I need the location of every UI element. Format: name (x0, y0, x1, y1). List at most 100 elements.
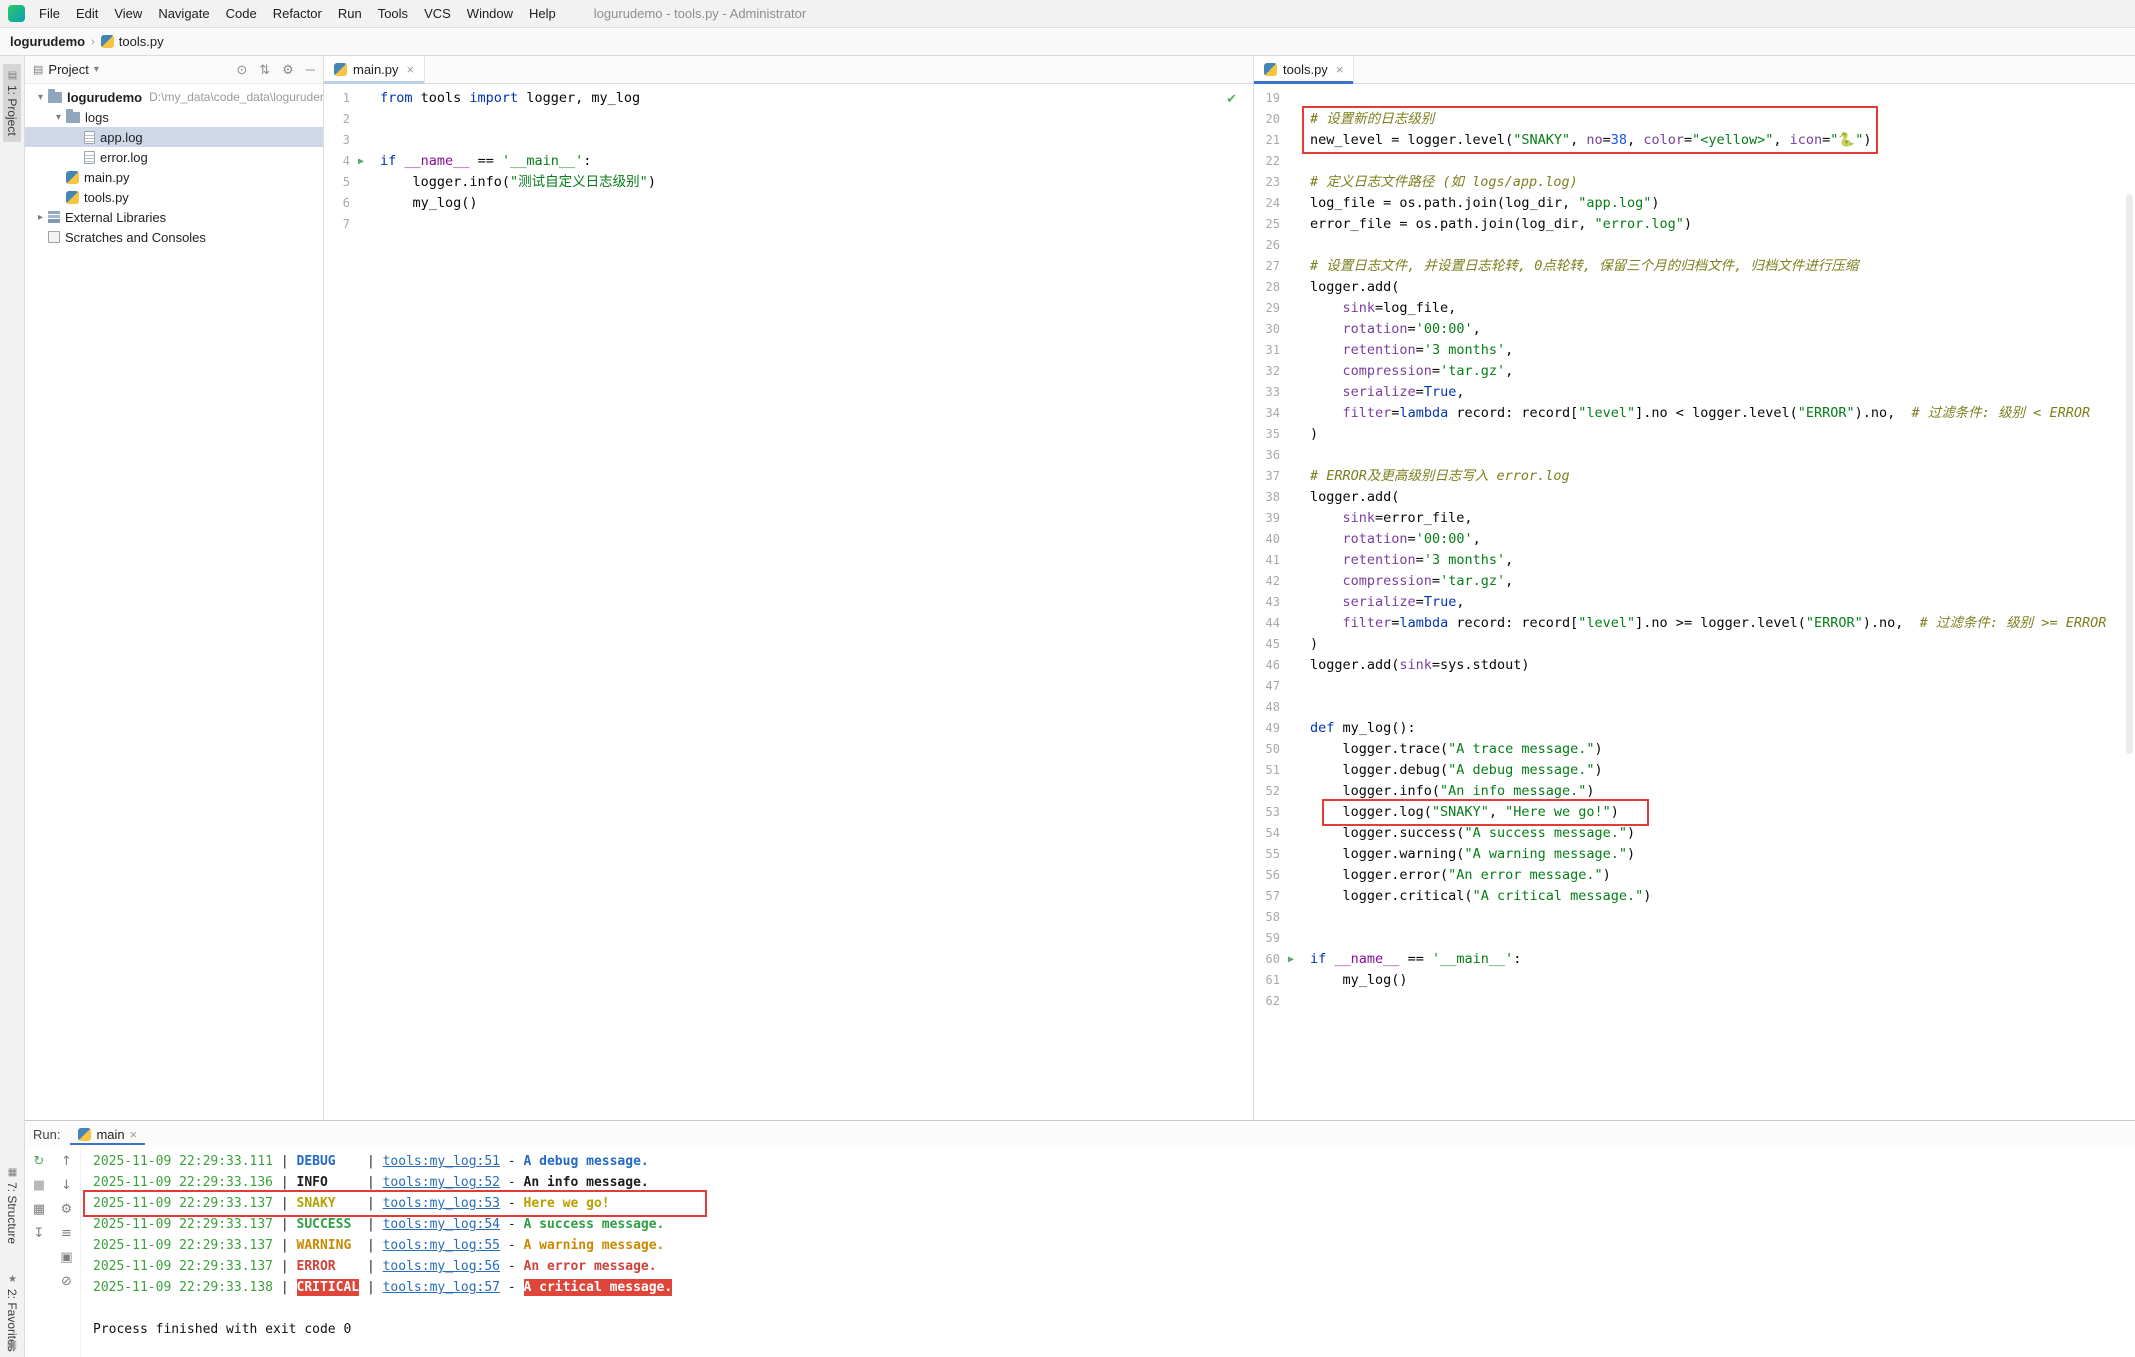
line-number[interactable]: 32 (1254, 361, 1280, 382)
code-line[interactable]: 26 (1254, 235, 2135, 256)
menu-navigate[interactable]: Navigate (150, 0, 217, 27)
code-line[interactable]: 61 my_log() (1254, 970, 2135, 991)
editor-pane-main-py[interactable]: main.py× 1from tools import logger, my_l… (324, 56, 1254, 1120)
code-line[interactable]: 36 (1254, 445, 2135, 466)
line-number[interactable]: 61 (1254, 970, 1280, 991)
close-tab-icon[interactable]: × (407, 62, 415, 77)
code-line[interactable]: 27# 设置日志文件, 并设置日志轮转, 0点轮转, 保留三个月的归档文件, 归… (1254, 256, 2135, 277)
line-number[interactable]: 35 (1254, 424, 1280, 445)
code-line[interactable]: 29 sink=log_file, (1254, 298, 2135, 319)
code-line[interactable]: 19 (1254, 88, 2135, 109)
code-line[interactable]: 33 serialize=True, (1254, 382, 2135, 403)
line-number[interactable]: 38 (1254, 487, 1280, 508)
line-number[interactable]: 31 (1254, 340, 1280, 361)
code-line[interactable]: 44 filter=lambda record: record["level"]… (1254, 613, 2135, 634)
editor-content-tools-py[interactable]: 1920# 设置新的日志级别21new_level = logger.level… (1254, 84, 2135, 1120)
code-line[interactable]: 23# 定义日志文件路径 (如 logs/app.log) (1254, 172, 2135, 193)
code-line[interactable]: 28logger.add( (1254, 277, 2135, 298)
settings-icon[interactable]: ⚙ (282, 62, 294, 78)
code-line[interactable]: 20# 设置新的日志级别 (1254, 109, 2135, 130)
console-link[interactable]: tools:my_log:57 (383, 1280, 500, 1295)
line-number[interactable]: 53 (1254, 802, 1280, 823)
run-tab-main[interactable]: main × (70, 1124, 145, 1145)
editor-pane-tools-py[interactable]: tools.py× 1920# 设置新的日志级别21new_level = lo… (1254, 56, 2135, 1120)
code-line[interactable]: 32 compression='tar.gz', (1254, 361, 2135, 382)
console-link[interactable]: tools:my_log:56 (383, 1259, 500, 1274)
line-number[interactable]: 4 (324, 151, 350, 172)
menu-window[interactable]: Window (459, 0, 521, 27)
code-line[interactable]: 55 logger.warning("A warning message.") (1254, 844, 2135, 865)
code-line[interactable]: 37# ERROR及更高级别日志写入 error.log (1254, 466, 2135, 487)
line-number[interactable]: 57 (1254, 886, 1280, 907)
code-line[interactable]: 43 serialize=True, (1254, 592, 2135, 613)
stop-icon[interactable]: ■ (33, 1177, 45, 1194)
breadcrumb-item-logurudemo[interactable]: logurudemo (10, 34, 85, 49)
scroll-up-icon[interactable]: ↑ (61, 1153, 72, 1170)
tree-item-logs[interactable]: ▾logs (25, 107, 323, 127)
line-number[interactable]: 37 (1254, 466, 1280, 487)
code-line[interactable]: 24log_file = os.path.join(log_dir, "app.… (1254, 193, 2135, 214)
line-number[interactable]: 26 (1254, 235, 1280, 256)
code-line[interactable]: 60▶if __name__ == '__main__': (1254, 949, 2135, 970)
line-number[interactable]: 62 (1254, 991, 1280, 1012)
menu-file[interactable]: File (31, 0, 68, 27)
soft-wrap-icon[interactable]: ≡ (61, 1225, 72, 1242)
line-number[interactable]: 23 (1254, 172, 1280, 193)
line-number[interactable]: 27 (1254, 256, 1280, 277)
locate-file-icon[interactable]: ⊙ (236, 62, 247, 78)
editor-tab-main-py[interactable]: main.py× (324, 56, 425, 83)
code-line[interactable]: 50 logger.trace("A trace message.") (1254, 739, 2135, 760)
console-link[interactable]: tools:my_log:54 (383, 1217, 500, 1232)
code-line[interactable]: 62 (1254, 991, 2135, 1012)
breadcrumb-item-tools-py[interactable]: tools.py (101, 34, 164, 49)
line-number[interactable]: 6 (324, 193, 350, 214)
line-number[interactable]: 20 (1254, 109, 1280, 130)
code-line[interactable]: 53 logger.log("SNAKY", "Here we go!") (1254, 802, 2135, 823)
tree-item-scratches-and-consoles[interactable]: Scratches and Consoles (25, 227, 323, 247)
line-number[interactable]: 49 (1254, 718, 1280, 739)
code-line[interactable]: 38logger.add( (1254, 487, 2135, 508)
line-number[interactable]: 2 (324, 109, 350, 130)
code-line[interactable]: 46logger.add(sink=sys.stdout) (1254, 655, 2135, 676)
line-number[interactable]: 29 (1254, 298, 1280, 319)
line-number[interactable]: 39 (1254, 508, 1280, 529)
code-line[interactable]: 54 logger.success("A success message.") (1254, 823, 2135, 844)
code-line[interactable]: 58 (1254, 907, 2135, 928)
line-number[interactable]: 30 (1254, 319, 1280, 340)
menu-refactor[interactable]: Refactor (265, 0, 330, 27)
line-number[interactable]: 25 (1254, 214, 1280, 235)
line-number[interactable]: 42 (1254, 571, 1280, 592)
line-number[interactable]: 54 (1254, 823, 1280, 844)
code-line[interactable]: 51 logger.debug("A debug message.") (1254, 760, 2135, 781)
code-line[interactable]: 3 (324, 130, 1253, 151)
run-gutter-icon[interactable]: ▶ (1280, 949, 1302, 970)
tree-item-tools-py[interactable]: tools.py (25, 187, 323, 207)
tree-item-main-py[interactable]: main.py (25, 167, 323, 187)
settings-icon[interactable]: ⚙ (61, 1201, 73, 1218)
code-line[interactable]: 31 retention='3 months', (1254, 340, 2135, 361)
code-line[interactable]: 2 (324, 109, 1253, 130)
close-tab-icon[interactable]: × (130, 1127, 138, 1142)
restore-layout-icon[interactable]: ▦ (33, 1201, 45, 1218)
project-panel-title[interactable]: Project (48, 62, 88, 77)
line-number[interactable]: 48 (1254, 697, 1280, 718)
code-line[interactable]: 59 (1254, 928, 2135, 949)
code-line[interactable]: 35) (1254, 424, 2135, 445)
line-number[interactable]: 3 (324, 130, 350, 151)
code-line[interactable]: 40 rotation='00:00', (1254, 529, 2135, 550)
tool-windows-toggle-icon[interactable]: ▣ (0, 1338, 24, 1351)
code-line[interactable]: 49def my_log(): (1254, 718, 2135, 739)
menu-view[interactable]: View (106, 0, 150, 27)
line-number[interactable]: 41 (1254, 550, 1280, 571)
line-number[interactable]: 40 (1254, 529, 1280, 550)
code-line[interactable]: 7 (324, 214, 1253, 235)
line-number[interactable]: 52 (1254, 781, 1280, 802)
chevron-down-icon[interactable]: ▾ (94, 64, 99, 75)
menu-run[interactable]: Run (330, 0, 370, 27)
line-number[interactable]: 50 (1254, 739, 1280, 760)
line-number[interactable]: 55 (1254, 844, 1280, 865)
line-number[interactable]: 24 (1254, 193, 1280, 214)
menu-help[interactable]: Help (521, 0, 564, 27)
code-line[interactable]: 30 rotation='00:00', (1254, 319, 2135, 340)
code-line[interactable]: 1from tools import logger, my_log (324, 88, 1253, 109)
